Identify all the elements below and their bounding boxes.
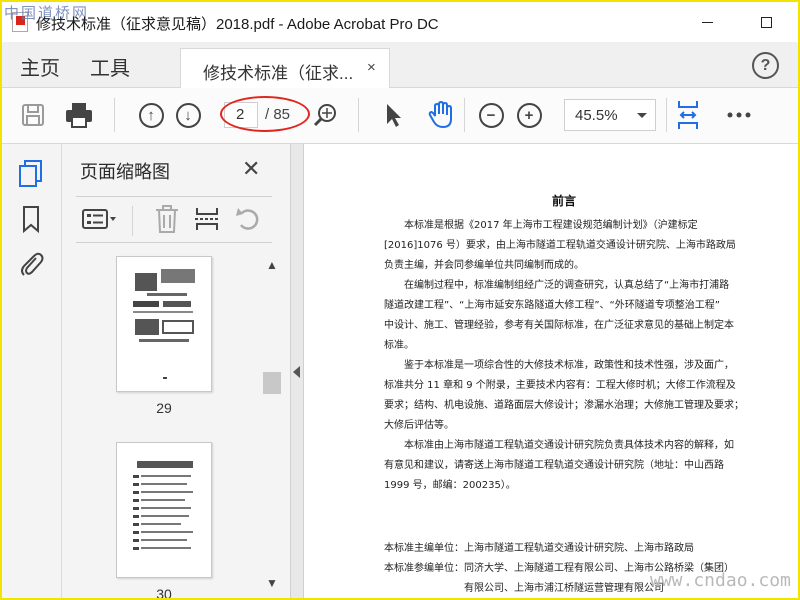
maximize-button[interactable] xyxy=(743,8,789,36)
title-bar: 中国道桥网 修技术标准（征求意见稿）2018.pdf - Adobe Acrob… xyxy=(2,2,798,42)
chevron-down-icon xyxy=(637,113,647,118)
page-zoom-tool-button[interactable] xyxy=(310,100,340,130)
tab-document[interactable]: 修技术标准（征求... × xyxy=(180,48,390,88)
page-thumbnails-button[interactable] xyxy=(17,158,45,188)
fit-width-icon xyxy=(678,101,698,129)
help-button[interactable]: ? xyxy=(752,52,779,79)
zoom-in-button[interactable]: + xyxy=(514,100,544,130)
tab-home[interactable]: 主页 xyxy=(20,52,60,81)
zoom-dropdown[interactable]: 45.5% xyxy=(564,99,656,131)
hand-icon xyxy=(428,100,452,129)
watermark-bottom-right: www.cndao.com xyxy=(650,570,791,591)
arrow-down-icon: ↓ xyxy=(175,102,201,128)
close-panel-button[interactable]: ✕ xyxy=(242,156,260,182)
rotate-page-button[interactable] xyxy=(234,204,264,234)
select-tool-button[interactable] xyxy=(378,100,408,130)
panel-collapse-handle[interactable] xyxy=(290,144,304,598)
printer-icon xyxy=(66,103,92,128)
page-thumbnails-icon xyxy=(19,160,42,187)
document-body: 本标准是根据《2017 年上海市工程建设规范编制计划》（沪建标定 [2016]1… xyxy=(384,216,754,496)
tab-bar: 主页 工具 修技术标准（征求... × ? xyxy=(2,42,798,88)
minus-icon: − xyxy=(478,102,504,128)
scrollbar-thumb[interactable] xyxy=(263,372,281,394)
chevron-up-icon[interactable]: ▲ xyxy=(266,258,278,272)
thumbnail-content xyxy=(133,269,195,379)
options-list-icon xyxy=(82,209,116,229)
maximize-icon xyxy=(760,16,772,28)
cursor-arrow-icon xyxy=(387,104,401,127)
more-tools-button[interactable] xyxy=(724,100,754,130)
document-view[interactable]: 前言 本标准是根据《2017 年上海市工程建设规范编制计划》（沪建标定 [201… xyxy=(304,144,798,598)
document-heading: 前言 xyxy=(551,194,576,208)
document-line: 本标准是根据《2017 年上海市工程建设规范编制计划》（沪建标定 xyxy=(404,220,698,231)
next-page-button[interactable]: ↓ xyxy=(173,100,203,130)
arrow-up-icon: ↑ xyxy=(138,102,164,128)
save-button[interactable] xyxy=(18,100,48,130)
document-line: 中设计、施工、管理经验，参考有关国际标准，在广泛征求意见的基础上制定本 xyxy=(384,320,734,331)
thumbnail-panel: 页面缩略图 ✕ 29 30 ▲ ▼ xyxy=(62,144,290,600)
bookmark-icon xyxy=(23,206,39,234)
thumbnail-page-number: 29 xyxy=(156,400,172,416)
rotate-icon xyxy=(236,208,259,230)
bookmarks-button[interactable] xyxy=(17,204,45,234)
plus-icon: + xyxy=(516,102,542,128)
minimize-icon xyxy=(701,21,713,23)
paperclip-icon xyxy=(21,252,44,276)
thumbnail-scrollbar[interactable]: ▲ ▼ xyxy=(262,256,282,598)
document-line: [2016]1076 号）要求，由上海市隧道工程轨道交通设计研究院、上海市路政局 xyxy=(384,240,736,251)
document-line: 鉴于本标准是一项综合性的大修技术标准，政策性和技术性强，涉及面广， xyxy=(404,360,734,371)
chevron-left-icon xyxy=(293,366,300,378)
document-line: 大修后评估等。 xyxy=(384,420,454,431)
document-line: 有意见和建议，请寄送上海市隧道工程轨道交通设计研究院（地址：中山西路 xyxy=(384,460,724,471)
document-line: 在编制过程中，标准编制组经广泛的调查研究，认真总结了“上海市打浦路 xyxy=(404,280,730,291)
document-line: 隧道改建工程”、“上海市延安东路隧道大修工程”、“外环隧道专项整治工程” xyxy=(384,300,720,311)
window-title: 修技术标准（征求意见稿）2018.pdf - Adobe Acrobat Pro… xyxy=(36,16,439,33)
page-thumbnail[interactable] xyxy=(116,256,212,392)
document-line: 负责主编，并会同参编单位共同编制而成的。 xyxy=(384,260,584,271)
minimize-button[interactable] xyxy=(684,8,730,36)
hand-tool-button[interactable] xyxy=(426,100,456,130)
document-line: 标准。 xyxy=(384,340,414,351)
page-number-highlight xyxy=(220,96,310,132)
attachments-button[interactable] xyxy=(17,248,45,278)
trash-icon xyxy=(156,205,178,233)
toolbar: ↑ ↓ 2 / 85 − + 45.5% xyxy=(2,88,798,144)
save-icon xyxy=(22,104,44,126)
thumbnail-options-button[interactable] xyxy=(80,204,116,234)
thumbnail-page-number: 30 xyxy=(156,586,172,600)
panel-title: 页面缩略图 xyxy=(80,162,170,182)
delete-pages-button[interactable] xyxy=(152,204,182,234)
close-tab-button[interactable]: × xyxy=(367,59,376,76)
zoom-value: 45.5% xyxy=(575,107,618,124)
insert-page-button[interactable] xyxy=(192,204,222,234)
document-line: 1999 号，邮编：200235）。 xyxy=(384,480,516,491)
magnifier-icon xyxy=(313,104,336,127)
page-thumbnail[interactable] xyxy=(116,442,212,578)
document-line: 本标准由上海市隧道工程轨道交通设计研究院负责具体技术内容的解释，如 xyxy=(404,440,734,451)
document-line: 本标准主编单位：上海市隧道工程轨道交通设计研究院、上海市路政局 xyxy=(384,543,694,554)
previous-page-button[interactable]: ↑ xyxy=(136,100,166,130)
tab-tools[interactable]: 工具 xyxy=(90,52,130,81)
zoom-out-button[interactable]: − xyxy=(476,100,506,130)
document-tab-label: 修技术标准（征求... xyxy=(203,64,354,83)
document-line: 标准共分 11 章和 9 个附录，主要技术内容有：工程大修时机；大修工作流程及 xyxy=(384,380,736,391)
fit-page-button[interactable] xyxy=(673,100,703,130)
thumbnail-content xyxy=(133,461,193,550)
app-window: 中国道桥网 修技术标准（征求意见稿）2018.pdf - Adobe Acrob… xyxy=(0,0,800,600)
insert-page-icon xyxy=(195,208,219,230)
more-icon xyxy=(727,112,751,118)
print-button[interactable] xyxy=(64,100,94,130)
document-line: 要求；结构、机电设施、道路面层大修设计；渗漏水治理；大修施工管理及要求； xyxy=(384,400,744,411)
left-rail xyxy=(2,144,62,598)
chevron-down-icon[interactable]: ▼ xyxy=(266,576,278,590)
